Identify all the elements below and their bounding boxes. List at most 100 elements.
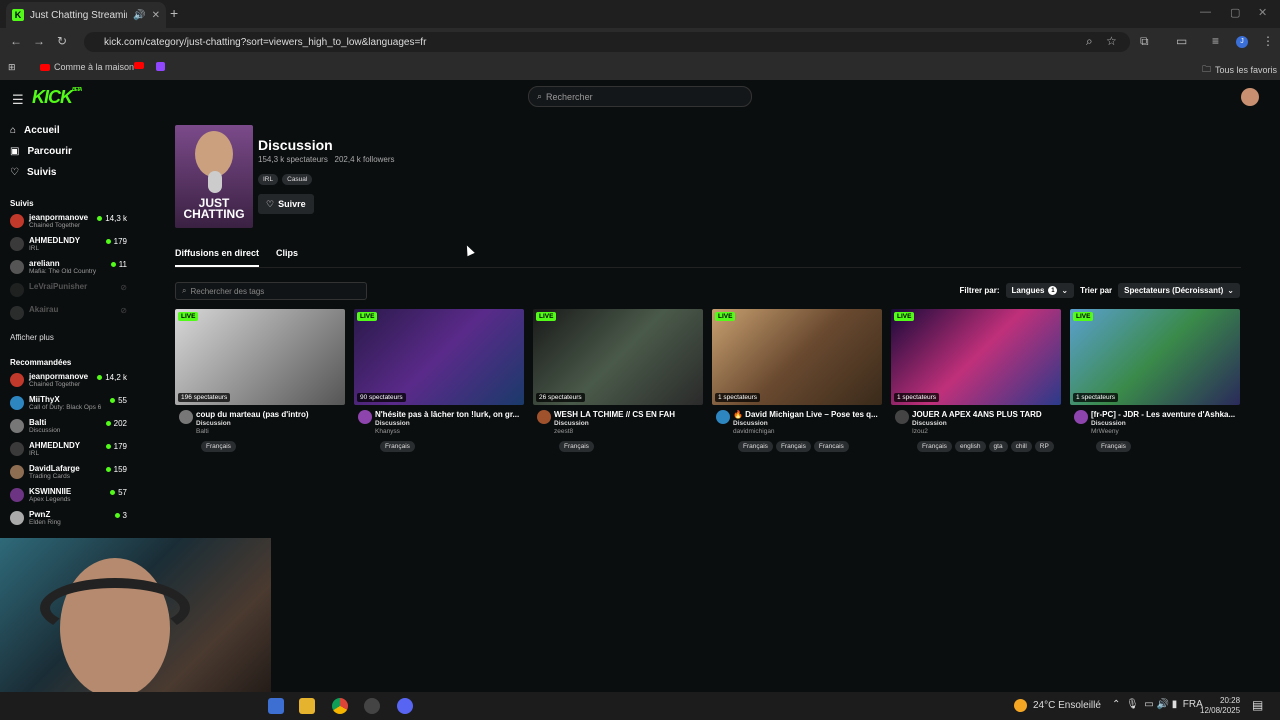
streamer-name[interactable]: Khanyss bbox=[375, 428, 524, 435]
stream-tag[interactable]: chill bbox=[1010, 441, 1032, 452]
sidebar-channel[interactable]: Balti Discussion 202 bbox=[0, 416, 140, 439]
stream-category[interactable]: Discussion bbox=[1091, 420, 1240, 427]
back-icon[interactable]: ← bbox=[10, 34, 22, 48]
category-tag[interactable]: IRL bbox=[258, 174, 279, 185]
stream-title[interactable]: 🔥 David Michigan Live – Pose tes q... bbox=[733, 410, 882, 419]
streamer-name[interactable]: davidmichigan bbox=[733, 428, 882, 435]
apps-icon[interactable]: ⊞ bbox=[8, 62, 16, 73]
bookmark-item[interactable]: Comme à la maison bbox=[40, 62, 134, 72]
url-field[interactable]: kick.com/category/just-chatting?sort=vie… bbox=[84, 32, 1130, 52]
youtube-bookmark[interactable] bbox=[134, 62, 144, 69]
streamer-avatar[interactable] bbox=[1074, 410, 1088, 424]
zoom-icon[interactable]: ⌕ bbox=[1086, 34, 1093, 49]
stream-card[interactable]: LIVE 1 spectateurs 🔥 David Michigan Live –… bbox=[712, 309, 882, 454]
tab-live[interactable]: Diffusions en direct bbox=[175, 248, 260, 267]
stream-category[interactable]: Discussion bbox=[733, 420, 882, 427]
profile-avatar[interactable]: J bbox=[1236, 36, 1248, 48]
kick-logo[interactable]: KICKBETA bbox=[32, 87, 82, 108]
all-bookmarks[interactable]: 🗀 Tous les favoris bbox=[1202, 62, 1277, 78]
stream-tag[interactable]: Français bbox=[1096, 441, 1131, 452]
maximize-icon[interactable]: ▢ bbox=[1230, 6, 1240, 19]
tab-audio-icon[interactable]: 🔊 bbox=[133, 10, 145, 21]
sidebar-channel[interactable]: jeanpormanove Chained Together 14,2 k bbox=[0, 370, 140, 393]
discord-icon[interactable] bbox=[397, 698, 413, 714]
streamer-avatar[interactable] bbox=[895, 410, 909, 424]
tag-search-input[interactable]: ⌕ Rechercher des tags bbox=[175, 282, 367, 300]
bookmark-star-icon[interactable]: ☆ bbox=[1106, 34, 1117, 48]
file-explorer-icon[interactable] bbox=[299, 698, 315, 714]
obs-icon[interactable] bbox=[364, 698, 380, 714]
sort-dropdown[interactable]: Spectateurs (Décroissant) ⌄ bbox=[1118, 283, 1240, 298]
streamer-avatar[interactable] bbox=[358, 410, 372, 424]
forward-icon[interactable]: → bbox=[33, 34, 45, 48]
stream-tag[interactable]: english bbox=[954, 441, 986, 452]
stream-card[interactable]: LIVE 1 spectateurs [fr-PC] - JDR - Les ave… bbox=[1070, 309, 1240, 454]
stream-tag[interactable]: Français bbox=[380, 441, 415, 452]
stream-thumbnail[interactable]: LIVE 1 spectateurs bbox=[712, 309, 882, 405]
sidebar-channel[interactable]: jeanpormanove Chained Together 14,3 k bbox=[0, 211, 140, 234]
chrome-icon[interactable] bbox=[332, 698, 348, 714]
stream-category[interactable]: Discussion bbox=[554, 420, 703, 427]
sidebar-channel[interactable]: PwnZ Elden Ring 3 bbox=[0, 508, 140, 531]
follow-button[interactable]: ♡ Suivre bbox=[258, 194, 314, 214]
streamer-name[interactable]: zeest8 bbox=[554, 428, 703, 435]
stream-title[interactable]: JOUER A APEX 4ANS PLUS TARD bbox=[912, 410, 1061, 419]
stream-category[interactable]: Discussion bbox=[375, 420, 524, 427]
streamer-avatar[interactable] bbox=[179, 410, 193, 424]
clock[interactable]: 20:28 12/08/2025 bbox=[1200, 696, 1240, 716]
browser-tab[interactable]: K Just Chatting Streaming - I 🔊 ✕ bbox=[6, 2, 166, 28]
sidebar-channel[interactable]: AHMEDLNDY IRL 179 bbox=[0, 234, 140, 257]
stream-tag[interactable]: Français bbox=[559, 441, 594, 452]
stream-card[interactable]: LIVE 1 spectateurs JOUER A APEX 4ANS PLUS … bbox=[891, 309, 1061, 454]
stream-category[interactable]: Discussion bbox=[912, 420, 1061, 427]
sidebar-channel[interactable]: arelian​n Mafia: The Old Country 11 bbox=[0, 257, 140, 280]
hamburger-menu-icon[interactable]: ☰ bbox=[12, 92, 24, 108]
nav-browse[interactable]: ▣ Parcourir bbox=[0, 141, 140, 162]
streamer-name[interactable]: Balti bbox=[196, 428, 345, 435]
category-tag[interactable]: Casual bbox=[282, 174, 313, 185]
menu-icon[interactable]: ⋮ bbox=[1262, 34, 1274, 48]
sidebar-channel[interactable]: LeVraiPunisher ⊘ bbox=[0, 280, 140, 303]
sidebar-channel[interactable]: MiiThyX Call of Duty: Black Ops 6 55 bbox=[0, 393, 140, 416]
stream-thumbnail[interactable]: LIVE 90 spectateurs bbox=[354, 309, 524, 405]
stream-title[interactable]: N'hésite pas à lâcher ton !lurk, on gr..… bbox=[375, 410, 524, 419]
minimize-icon[interactable]: — bbox=[1200, 6, 1211, 18]
taskbar-app-icon[interactable] bbox=[268, 698, 284, 714]
notifications-icon[interactable]: ▤ bbox=[1252, 698, 1268, 714]
reload-icon[interactable]: ↻ bbox=[57, 34, 67, 48]
stream-thumbnail[interactable]: LIVE 1 spectateurs bbox=[891, 309, 1061, 405]
nav-following[interactable]: ♡ Suivis bbox=[0, 162, 140, 183]
stream-tag[interactable]: gta bbox=[988, 441, 1008, 452]
tab-clips[interactable]: Clips bbox=[276, 248, 298, 267]
sidepanel-icon[interactable]: ▭ bbox=[1176, 34, 1187, 48]
search-input[interactable]: ⌕ Rechercher bbox=[528, 86, 752, 107]
stream-thumbnail[interactable]: LIVE 196 spectateurs bbox=[175, 309, 345, 405]
weather-widget[interactable]: 24°C Ensoleillé bbox=[1014, 699, 1101, 712]
stream-category[interactable]: Discussion bbox=[196, 420, 345, 427]
streamer-name[interactable]: Izou2 bbox=[912, 428, 1061, 435]
stream-card[interactable]: LIVE 90 spectateurs N'hésite pas à lâcher … bbox=[354, 309, 524, 454]
nav-home[interactable]: ⌂ Accueil bbox=[0, 120, 140, 141]
stream-title[interactable]: coup du marteau (pas d'intro) bbox=[196, 410, 345, 419]
stream-title[interactable]: WESH LA TCHIME // CS EN FAH bbox=[554, 410, 703, 419]
media-icon[interactable]: ≡ bbox=[1212, 34, 1219, 48]
sidebar-channel[interactable]: Akairau ⊘ bbox=[0, 303, 140, 326]
stream-thumbnail[interactable]: LIVE 1 spectateurs bbox=[1070, 309, 1240, 405]
stream-tag[interactable]: Francais bbox=[813, 441, 849, 452]
stream-tag[interactable]: Français bbox=[775, 441, 811, 452]
close-window-icon[interactable]: ✕ bbox=[1258, 6, 1267, 19]
system-tray[interactable]: ⌃ 🎙 ▭ 🔊 ▮ FRA bbox=[1112, 699, 1203, 710]
new-tab-icon[interactable]: + bbox=[170, 5, 178, 21]
stream-card[interactable]: LIVE 26 spectateurs WESH LA TCHIME // CS E… bbox=[533, 309, 703, 454]
stream-card[interactable]: LIVE 196 spectateurs coup du marteau (pas … bbox=[175, 309, 345, 454]
sidebar-channel[interactable]: KSWINNIIE Apex Legends 57 bbox=[0, 485, 140, 508]
sidebar-channel[interactable]: DavidLafarge Trading Cards 159 bbox=[0, 462, 140, 485]
user-avatar[interactable] bbox=[1241, 88, 1259, 106]
streamer-name[interactable]: MrWeeny bbox=[1091, 428, 1240, 435]
stream-thumbnail[interactable]: LIVE 26 spectateurs bbox=[533, 309, 703, 405]
stream-tag[interactable]: Français bbox=[738, 441, 773, 452]
stream-title[interactable]: [fr-PC] - JDR - Les aventure d'Ashka... bbox=[1091, 410, 1240, 419]
show-more-link[interactable]: Afficher plus bbox=[0, 326, 140, 348]
extensions-icon[interactable]: ⧉ bbox=[1140, 34, 1149, 49]
stream-tag[interactable]: RP bbox=[1034, 441, 1054, 452]
